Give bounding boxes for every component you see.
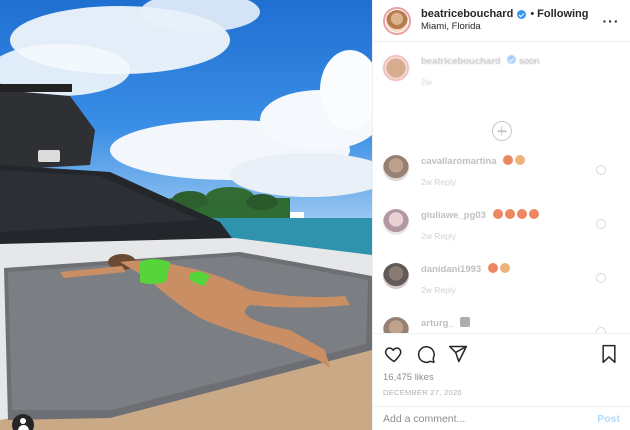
comment-icon[interactable]: [415, 343, 437, 365]
caption-text: soon: [519, 56, 540, 67]
instagram-post: beatricebouchard • Following Miami, Flor…: [0, 0, 630, 430]
location-link[interactable]: Miami, Florida: [421, 21, 602, 33]
bookmark-icon[interactable]: [598, 343, 620, 365]
comments-list: beatricebouchard soon 2w cavallaromartin…: [373, 43, 630, 333]
post-comment-button[interactable]: Post: [597, 413, 620, 425]
comment-item: cavallaromartina 2w Reply: [383, 155, 620, 209]
comment-like-icon[interactable]: [596, 273, 606, 283]
comment-meta[interactable]: 2w Reply: [421, 177, 527, 188]
commenter-username[interactable]: arturg_: [421, 318, 454, 329]
load-more-comments[interactable]: [383, 113, 620, 149]
likes-count[interactable]: 16,475 likes: [383, 372, 620, 383]
photo-illustration: [0, 0, 372, 430]
emoji-reaction: [460, 317, 472, 330]
emoji-reaction: [503, 155, 527, 168]
commenter-avatar[interactable]: [383, 263, 409, 289]
comment-item: giuliawe_pg03 2w Reply: [383, 209, 620, 263]
commenter-username[interactable]: giuliawe_pg03: [421, 210, 486, 221]
caption-username[interactable]: beatricebouchard: [421, 56, 501, 67]
post-details-panel: beatricebouchard • Following Miami, Flor…: [372, 0, 630, 430]
commenter-avatar[interactable]: [383, 317, 409, 333]
comment-item: danidani1993 2w Reply: [383, 263, 620, 317]
verified-badge-icon: [507, 55, 517, 64]
verified-badge-icon: [517, 10, 527, 20]
heart-icon[interactable]: [383, 343, 405, 365]
emoji-reaction: [492, 209, 541, 222]
separator-dot: •: [530, 7, 535, 20]
comment-meta[interactable]: 2w Reply: [421, 285, 512, 296]
comment-input[interactable]: [383, 412, 598, 425]
commenter-avatar[interactable]: [383, 209, 409, 235]
comment-item: arturg_: [383, 317, 620, 333]
plus-circle-icon[interactable]: [491, 121, 512, 141]
post-timestamp: DECEMBER 27, 2020: [383, 388, 462, 397]
comment-meta[interactable]: 2w Reply: [421, 231, 541, 242]
caption-time: 2w: [421, 77, 432, 88]
user-tag-icon[interactable]: [12, 414, 34, 430]
author-avatar[interactable]: [383, 6, 411, 35]
emoji-reaction: [487, 263, 512, 276]
send-icon[interactable]: [447, 343, 469, 365]
following-button[interactable]: Following: [537, 8, 588, 22]
author-info: beatricebouchard • Following Miami, Flor…: [421, 8, 602, 34]
more-options-icon[interactable]: ···: [602, 13, 620, 29]
comment-like-icon[interactable]: [596, 219, 606, 229]
comment-like-icon[interactable]: [596, 165, 606, 175]
author-username[interactable]: beatricebouchard: [421, 8, 513, 22]
post-photo[interactable]: [0, 0, 372, 430]
commenter-avatar[interactable]: [383, 155, 409, 181]
caption-avatar[interactable]: [383, 55, 409, 81]
commenter-username[interactable]: danidani1993: [421, 264, 481, 275]
post-actions: 16,475 likes DECEMBER 27, 2020: [373, 333, 630, 405]
caption: beatricebouchard soon 2w: [383, 43, 620, 113]
add-comment-bar: Post: [373, 406, 630, 430]
commenter-username[interactable]: cavallaromartina: [421, 156, 497, 167]
post-header: beatricebouchard • Following Miami, Flor…: [373, 0, 630, 42]
